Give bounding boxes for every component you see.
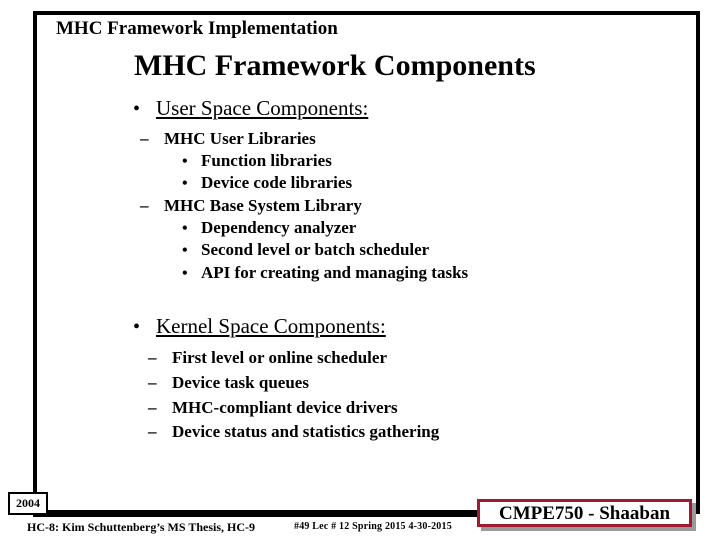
list-item-label: Device code libraries	[201, 173, 353, 193]
list-item-label: Function libraries	[201, 150, 332, 170]
list-item: • Function libraries	[0, 150, 720, 172]
list-item: • Device code libraries	[0, 172, 720, 194]
section-heading-label: User Space Components:	[156, 96, 369, 120]
list-item: – First level or online scheduler	[0, 346, 720, 371]
year-badge: 2004	[8, 492, 48, 515]
bullet-dot-icon: •	[182, 175, 188, 193]
bullet-dash-icon: –	[148, 348, 157, 368]
list-item: • Second level or batch scheduler	[0, 239, 720, 261]
list-item: – Device task queues	[0, 371, 720, 396]
section-user-space: • User Space Components: – MHC User Librar…	[0, 96, 720, 284]
footer-lecture-meta: #49 Lec # 12 Spring 2015 4-30-2015	[294, 521, 452, 532]
bullet-dot-icon: •	[133, 98, 141, 120]
bullet-dash-icon: –	[148, 397, 157, 417]
list-item: – MHC User Libraries	[0, 128, 720, 150]
list-item-label: Device status and statistics gathering	[172, 422, 440, 442]
bullet-dot-icon: •	[182, 152, 188, 170]
bullet-dash-icon: –	[148, 422, 157, 442]
list-item: • Dependency analyzer	[0, 217, 720, 239]
list-item-label: MHC User Libraries	[164, 129, 316, 149]
list-item-label: Device task queues	[172, 372, 309, 392]
list-item-label: First level or online scheduler	[172, 348, 387, 368]
bullet-dot-icon: •	[182, 264, 188, 282]
slide-title: MHC Framework Components	[134, 49, 536, 82]
section-heading-label: Kernel Space Components:	[156, 314, 386, 339]
bullet-dash-icon: –	[140, 129, 149, 149]
section-heading-kernel-space: • Kernel Space Components:	[0, 314, 720, 339]
bullet-dash-icon: –	[140, 195, 149, 215]
list-item: – MHC Base System Library	[0, 195, 720, 217]
bullet-dot-icon: •	[182, 219, 188, 237]
bullet-dot-icon: •	[133, 316, 141, 339]
list-item-label: MHC Base System Library	[164, 195, 362, 215]
list-item: – MHC-compliant device drivers	[0, 396, 720, 421]
list-item-label: Second level or batch scheduler	[201, 240, 430, 260]
slide-kicker-heading: MHC Framework Implementation	[56, 18, 338, 39]
list-item-label: API for creating and managing tasks	[201, 262, 469, 282]
footer-source-note: HC-8: Kim Schuttenberg’s MS Thesis, HC-9	[27, 520, 255, 534]
slide-body: • User Space Components: – MHC User Librar…	[0, 96, 720, 445]
course-credit-badge: CMPE750 - Shaaban	[477, 499, 692, 527]
section-heading-user-space: • User Space Components:	[0, 96, 720, 121]
list-item: – Device status and statistics gathering	[0, 420, 720, 445]
list-item: • API for creating and managing tasks	[0, 262, 720, 284]
section-kernel-space: • Kernel Space Components: – First level o…	[0, 314, 720, 445]
list-item-label: MHC-compliant device drivers	[172, 397, 398, 417]
bullet-dash-icon: –	[148, 372, 157, 392]
bullet-dot-icon: •	[182, 242, 188, 260]
list-item-label: Dependency analyzer	[201, 217, 357, 237]
